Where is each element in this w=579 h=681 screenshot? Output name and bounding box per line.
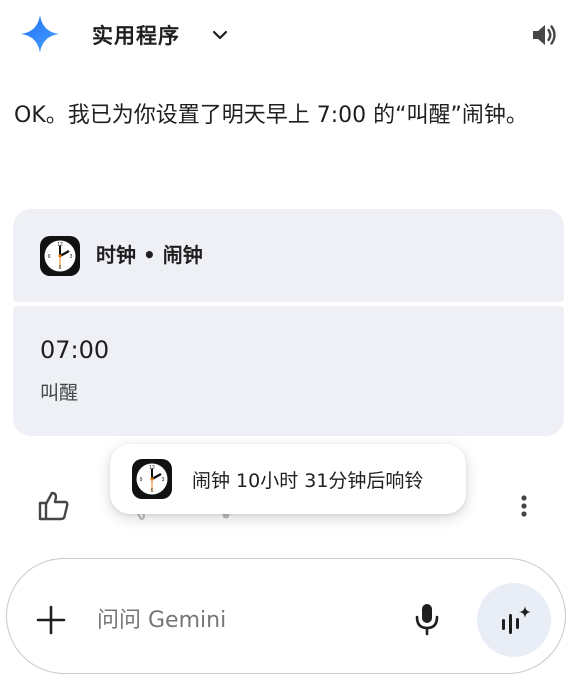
top-app-bar: 实用程序 [0,0,579,70]
card-title: 时钟 • 闹钟 [96,243,203,267]
toast-text: 闹钟 10小时 31分钟后响铃 [192,470,424,492]
app-title: 实用程序 [92,24,180,48]
gemini-live-button[interactable] [477,583,551,657]
clock-app-icon: 12 3 6 9 [40,236,80,276]
prompt-composer [6,558,566,674]
svg-text:9: 9 [140,477,143,483]
response-text: OK。我已为你设置了明天早上 7:00 的“叫醒”闹钟。 [14,103,528,128]
mic-icon[interactable] [412,601,442,637]
svg-text:3: 3 [70,254,73,260]
chevron-down-icon [212,30,228,40]
svg-text:9: 9 [48,254,51,260]
alarm-card-header[interactable]: 12 3 6 9 时钟 • 闹钟 [13,209,564,302]
alarm-toast: 12 3 6 9 闹钟 10小时 31分钟后响铃 [110,444,466,514]
svg-text:3: 3 [162,477,165,483]
alarm-card-body[interactable]: 07:00 叫醒 [13,306,564,436]
volume-icon[interactable] [529,20,559,50]
more-vert-icon[interactable] [510,490,538,522]
thumbs-up-icon[interactable] [36,488,72,524]
plus-icon[interactable] [34,603,68,637]
clock-app-icon: 12 3 6 9 [132,459,172,499]
gemini-sparkle-icon [21,15,59,53]
alarm-time: 07:00 [40,336,110,364]
gemini-live-icon [502,606,531,634]
app-selector[interactable]: 实用程序 [92,18,230,52]
prompt-input[interactable] [95,597,389,643]
alarm-label: 叫醒 [40,382,79,404]
